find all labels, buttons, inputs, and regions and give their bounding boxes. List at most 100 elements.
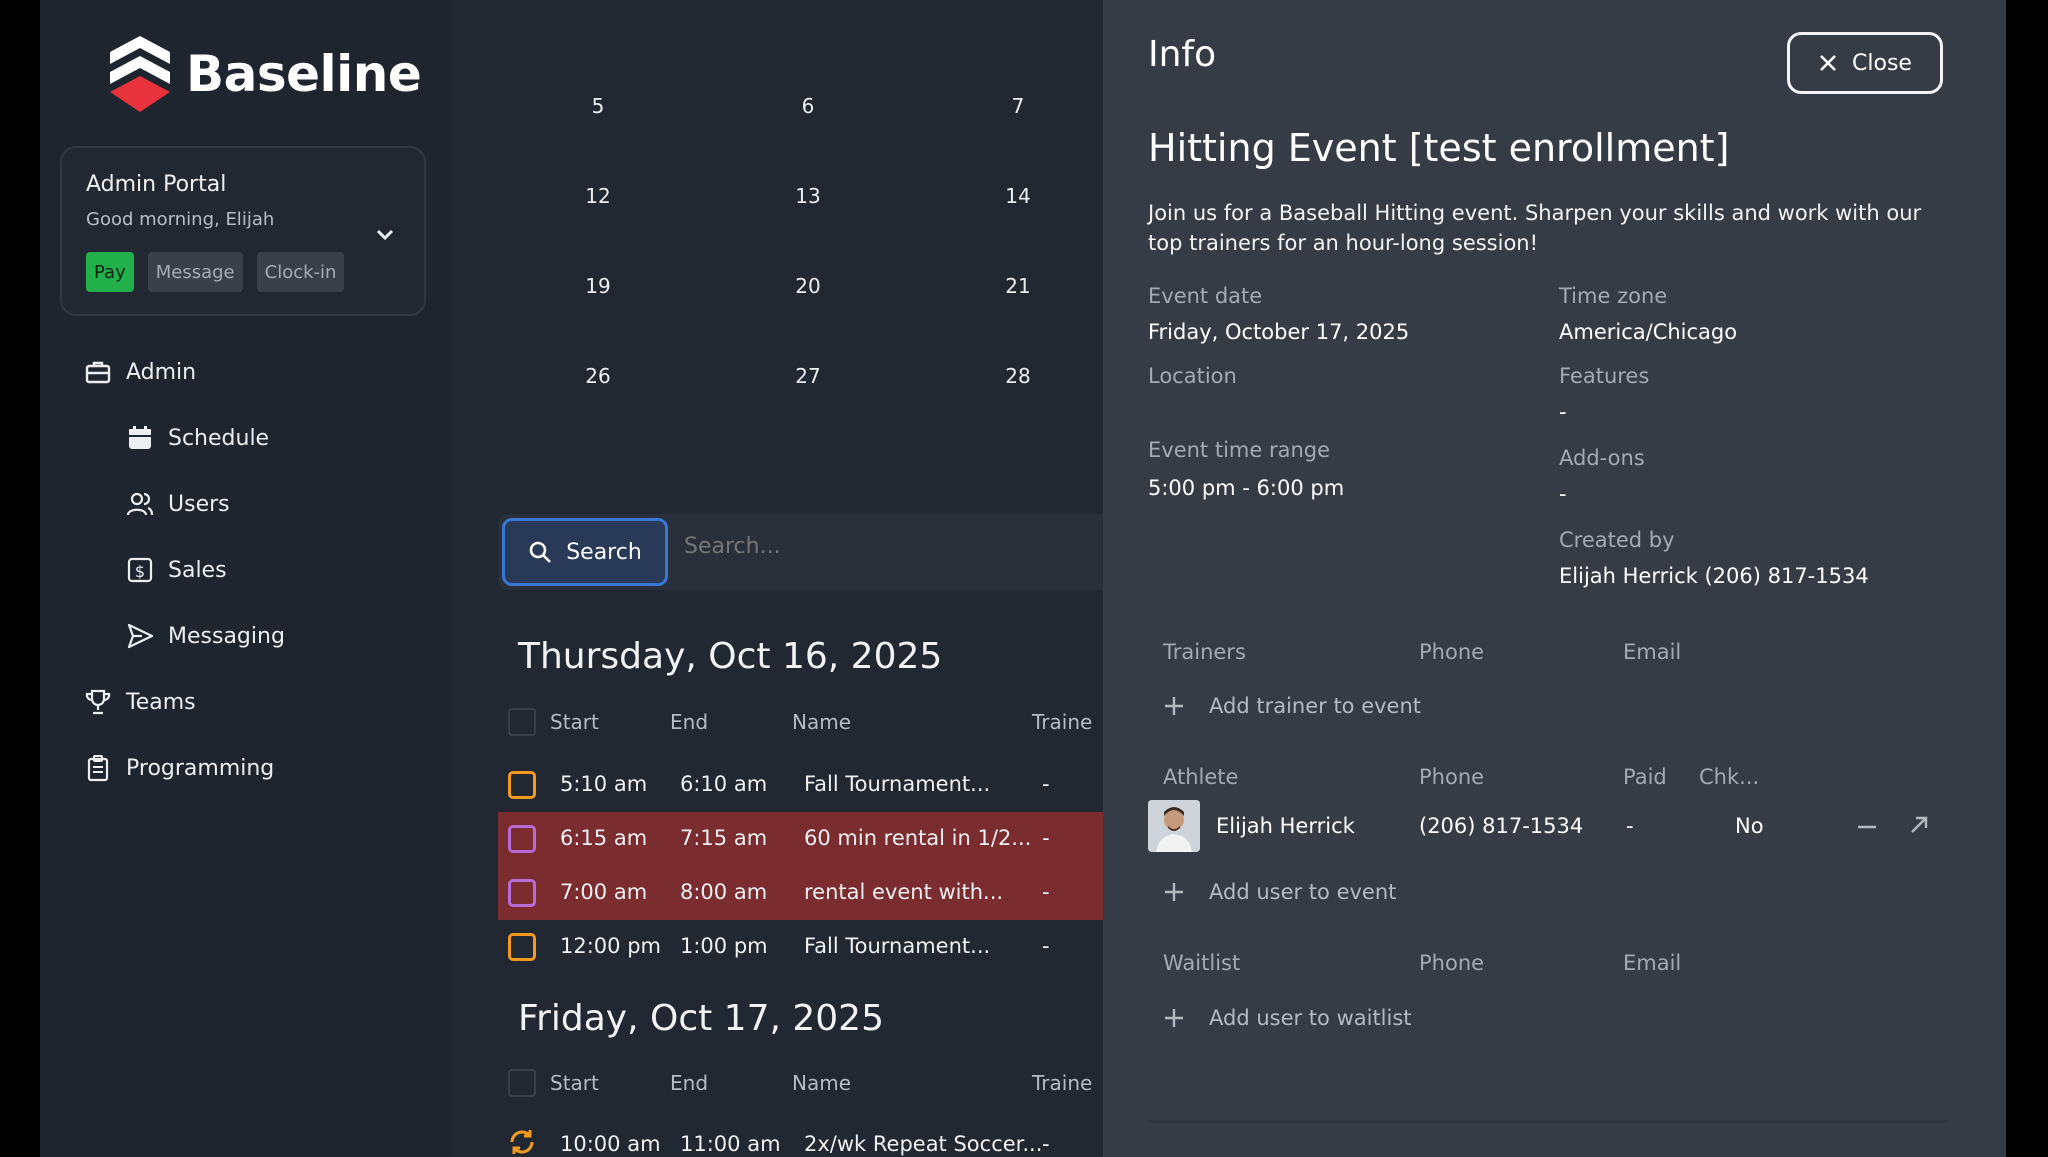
pay-button[interactable]: Pay: [86, 252, 134, 292]
sidebar-item-messaging[interactable]: Messaging: [126, 616, 285, 656]
waitlist-phone-header: Phone: [1419, 951, 1485, 975]
event-checkbox[interactable]: [508, 825, 536, 853]
event-trainer: -: [1042, 826, 1050, 850]
calendar-day[interactable]: 28: [1005, 364, 1030, 388]
event-checkbox[interactable]: [508, 771, 536, 799]
event-name: Fall Tournament...: [804, 934, 991, 958]
search-icon: [529, 541, 552, 563]
athlete-name: Elijah Herrick: [1216, 814, 1355, 838]
addons-label: Add-ons: [1559, 446, 1645, 470]
event-end: 11:00 am: [680, 1132, 781, 1156]
add-trainer-button[interactable]: Add trainer to event: [1163, 694, 1421, 718]
close-icon: [1820, 55, 1836, 71]
search-button[interactable]: Search: [502, 518, 668, 586]
athlete-paid-header: Paid: [1623, 765, 1667, 789]
message-button[interactable]: Message: [147, 252, 243, 292]
event-name: 60 min rental in 1/2...: [804, 826, 1032, 850]
column-trainer: Traine: [1032, 710, 1093, 734]
event-checkbox[interactable]: [508, 933, 536, 961]
add-trainer-label: Add trainer to event: [1209, 694, 1422, 718]
avatar: [1148, 800, 1200, 852]
select-all-checkbox[interactable]: [508, 708, 536, 736]
send-icon: [127, 623, 154, 649]
schedule-main: 5 6 7 12 13 14 19 20 21 26 27 28 Search …: [450, 0, 1118, 1157]
trainers-header: Trainers: [1163, 640, 1246, 664]
plus-icon: [1165, 883, 1183, 901]
calendar-day[interactable]: 5: [592, 94, 605, 118]
features-label: Features: [1559, 364, 1650, 388]
sidebar-item-teams[interactable]: Teams: [84, 682, 196, 722]
chevron-down-icon[interactable]: [374, 224, 396, 250]
created-by-value: Elijah Herrick (206) 817-1534: [1559, 564, 1869, 588]
location-label: Location: [1148, 364, 1237, 388]
athlete-checked-header: Chk...: [1699, 765, 1760, 789]
remove-icon[interactable]: [1856, 816, 1878, 843]
calendar-day[interactable]: 21: [1005, 274, 1030, 298]
close-label: Close: [1852, 50, 1912, 76]
event-trainer: -: [1042, 880, 1050, 904]
event-trainer: -: [1042, 772, 1050, 796]
event-start: 6:15 am: [560, 826, 648, 850]
info-panel: Info Close Hitting Event [test enrollmen…: [1103, 0, 2006, 1157]
event-row[interactable]: 7:00 am 8:00 am rental event with... -: [498, 866, 1118, 920]
baseline-logo-icon: [110, 36, 170, 112]
column-start: Start: [550, 1071, 599, 1095]
search-input[interactable]: [684, 534, 1084, 559]
calendar-day[interactable]: 19: [585, 274, 610, 298]
athlete-paid: -: [1626, 814, 1634, 838]
calendar-day[interactable]: 27: [795, 364, 820, 388]
select-all-checkbox[interactable]: [508, 1069, 536, 1097]
event-row[interactable]: 5:10 am 6:10 am Fall Tournament... -: [498, 758, 1118, 812]
calendar-day[interactable]: 14: [1005, 184, 1030, 208]
column-end: End: [670, 710, 709, 734]
plus-icon: [1165, 697, 1183, 715]
calendar-day[interactable]: 12: [585, 184, 610, 208]
calendar-day[interactable]: 13: [795, 184, 820, 208]
column-name: Name: [792, 710, 852, 734]
day-heading: Friday, Oct 17, 2025: [518, 998, 884, 1039]
trophy-icon: [85, 689, 111, 715]
sidebar-item-users[interactable]: Users: [126, 484, 230, 524]
event-start: 7:00 am: [560, 880, 648, 904]
column-start: Start: [550, 710, 599, 734]
sidebar-item-programming[interactable]: Programming: [84, 748, 274, 788]
event-row[interactable]: 10:00 am 11:00 am 2x/wk Repeat Soccer...…: [498, 1118, 1118, 1157]
calendar-day[interactable]: 6: [802, 94, 815, 118]
portal-title: Admin Portal: [86, 172, 227, 197]
sidebar-item-label: Schedule: [168, 425, 270, 451]
table-header: Start End Name Traine: [508, 1067, 1128, 1101]
event-trainer: -: [1042, 1132, 1050, 1156]
event-title: Hitting Event [test enrollment]: [1148, 126, 1730, 170]
panel-title: Info: [1148, 34, 1217, 75]
sidebar: Baseline Admin Portal Good morning, Elij…: [40, 0, 450, 1157]
sidebar-item-admin[interactable]: Admin: [84, 352, 196, 392]
event-row[interactable]: 12:00 pm 1:00 pm Fall Tournament... -: [498, 920, 1118, 974]
event-description: Join us for a Baseball Hitting event. Sh…: [1148, 201, 1922, 255]
clockin-button[interactable]: Clock-in: [256, 252, 345, 292]
event-trainer: -: [1042, 934, 1050, 958]
athlete-row[interactable]: Elijah Herrick (206) 817-1534 - No: [1148, 800, 1948, 854]
app-name: Baseline: [186, 45, 422, 103]
portal-card[interactable]: Admin Portal Good morning, Elijah Pay Me…: [60, 146, 426, 316]
close-button[interactable]: Close: [1787, 32, 1943, 94]
open-external-icon[interactable]: [1908, 814, 1930, 841]
logo[interactable]: Baseline: [108, 34, 422, 114]
features-value: -: [1559, 400, 1567, 424]
athlete-header: Athlete: [1163, 765, 1239, 789]
trainers-phone-header: Phone: [1419, 640, 1485, 664]
event-end: 6:10 am: [680, 772, 768, 796]
event-checkbox[interactable]: [508, 879, 536, 907]
add-user-button[interactable]: Add user to event: [1163, 880, 1396, 904]
event-start: 12:00 pm: [560, 934, 661, 958]
time-range-value: 5:00 pm - 6:00 pm: [1148, 476, 1345, 500]
sidebar-item-schedule[interactable]: Schedule: [126, 418, 269, 458]
sidebar-item-sales[interactable]: $ Sales: [126, 550, 227, 590]
calendar-day[interactable]: 20: [795, 274, 820, 298]
sidebar-item-label: Teams: [126, 689, 196, 715]
calendar-day[interactable]: 26: [585, 364, 610, 388]
event-row[interactable]: 6:15 am 7:15 am 60 min rental in 1/2... …: [498, 812, 1118, 866]
calendar-day[interactable]: 7: [1012, 94, 1025, 118]
add-waitlist-button[interactable]: Add user to waitlist: [1163, 1006, 1412, 1030]
waitlist-email-header: Email: [1623, 951, 1682, 975]
users-icon: [126, 492, 154, 516]
